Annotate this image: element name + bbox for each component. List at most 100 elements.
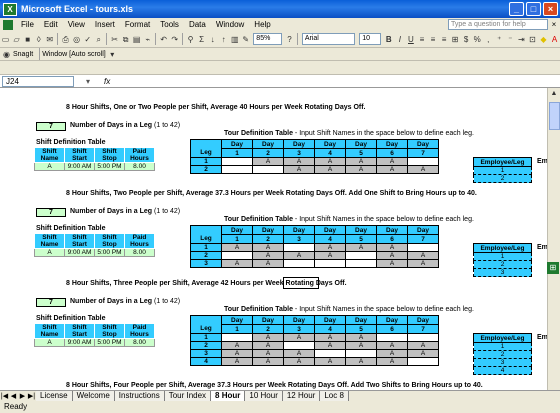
sort-desc-icon[interactable]: ↑ (219, 34, 228, 45)
new-icon[interactable]: ▭ (1, 34, 10, 45)
shift-assignment-cell[interactable] (314, 259, 346, 268)
sheet-tab[interactable]: 8 Hour (211, 391, 246, 401)
shift-assignment-cell[interactable]: A (376, 357, 408, 366)
shift-assignment-cell[interactable]: A (345, 341, 377, 350)
snagit-settings-icon[interactable]: ▾ (107, 49, 118, 60)
shift-assignment-cell[interactable]: A (345, 357, 377, 366)
shift-assignment-cell[interactable]: A (407, 341, 439, 350)
shift-assignment-cell[interactable] (221, 157, 253, 166)
shift-assignment-cell[interactable]: A (376, 349, 408, 358)
shift-assignment-cell[interactable]: A (252, 349, 284, 358)
zoom-select[interactable]: 85% (253, 33, 282, 45)
save-icon[interactable]: ■ (23, 34, 32, 45)
shift-assignment-cell[interactable]: A (376, 251, 408, 260)
shift-assignment-cell[interactable]: A (221, 349, 253, 358)
shift-assignment-cell[interactable] (345, 349, 377, 358)
menu-data[interactable]: Data (184, 20, 211, 29)
drawing-icon[interactable]: ✎ (241, 34, 250, 45)
shift-assignment-cell[interactable]: A (407, 165, 439, 174)
shift-assignment-cell[interactable]: A (221, 243, 253, 252)
shift-assignment-cell[interactable]: A (252, 333, 284, 342)
shift-assignment-cell[interactable] (283, 341, 315, 350)
currency-icon[interactable]: $ (462, 34, 471, 45)
shift-cell[interactable]: 8.00 (124, 248, 155, 257)
menu-tools[interactable]: Tools (155, 20, 184, 29)
ask-question-input[interactable]: Type a question for help (448, 19, 548, 30)
shift-assignment-cell[interactable] (407, 357, 439, 366)
format-painter-icon[interactable]: ⌁ (143, 34, 152, 45)
shift-cell[interactable]: 5:00 PM (94, 162, 125, 171)
align-center-icon[interactable]: ≡ (428, 34, 437, 45)
last-tab-icon[interactable]: ▶| (27, 392, 36, 400)
help-icon[interactable]: ? (285, 34, 294, 45)
shift-cell[interactable]: 5:00 PM (94, 338, 125, 347)
vertical-scrollbar[interactable]: ▲ (547, 88, 560, 390)
employee-leg-cell[interactable]: 1 (473, 166, 532, 175)
active-cell[interactable] (283, 277, 319, 289)
shift-assignment-cell[interactable]: A (376, 157, 408, 166)
menu-window[interactable]: Window (211, 20, 249, 29)
underline-icon[interactable]: U (406, 34, 415, 45)
shift-assignment-cell[interactable]: A (314, 251, 346, 260)
scroll-up-icon[interactable]: ▲ (548, 88, 560, 100)
prev-tab-icon[interactable]: ◀ (9, 392, 18, 400)
days-in-leg-input[interactable]: 7 (36, 298, 66, 307)
shift-assignment-cell[interactable]: A (345, 157, 377, 166)
namebox-arrow-icon[interactable]: ▾ (86, 77, 90, 86)
print-icon[interactable]: ⎙ (61, 34, 70, 45)
shift-assignment-cell[interactable] (376, 333, 408, 342)
shift-assignment-cell[interactable]: A (376, 165, 408, 174)
menu-format[interactable]: Format (120, 20, 155, 29)
percent-icon[interactable]: % (473, 34, 482, 45)
research-icon[interactable]: ⌕ (94, 34, 103, 45)
increase-decimal-icon[interactable]: ⁺ (495, 34, 504, 45)
shift-assignment-cell[interactable] (345, 259, 377, 268)
copy-icon[interactable]: ⧉ (121, 34, 130, 45)
next-tab-icon[interactable]: ▶ (18, 392, 27, 400)
menu-edit[interactable]: Edit (39, 20, 63, 29)
doc-close-icon[interactable]: × (548, 20, 560, 29)
shift-assignment-cell[interactable] (283, 243, 315, 252)
shift-assignment-cell[interactable]: A (252, 251, 284, 260)
employee-leg-cell[interactable]: 3 (473, 268, 532, 277)
shift-cell[interactable]: A (34, 338, 65, 347)
scroll-thumb[interactable] (549, 102, 560, 130)
employee-leg-cell[interactable]: 1 (473, 252, 532, 261)
font-size-select[interactable]: 10 (359, 33, 382, 45)
bold-icon[interactable]: B (384, 34, 393, 45)
shift-cell[interactable]: A (34, 248, 65, 257)
hyperlink-icon[interactable]: ⚲ (186, 34, 195, 45)
redo-icon[interactable]: ↷ (170, 34, 179, 45)
menu-help[interactable]: Help (249, 20, 275, 29)
shift-assignment-cell[interactable] (221, 333, 253, 342)
shift-assignment-cell[interactable]: A (314, 341, 346, 350)
days-in-leg-input[interactable]: 7 (36, 122, 66, 131)
function-icon[interactable]: fx (104, 77, 110, 86)
sheet-tab[interactable]: Tour Index (164, 391, 212, 401)
chart-wizard-icon[interactable]: ▥ (230, 34, 239, 45)
shift-assignment-cell[interactable] (221, 251, 253, 260)
decrease-decimal-icon[interactable]: ⁻ (506, 34, 515, 45)
shift-assignment-cell[interactable]: A (283, 357, 315, 366)
sheet-tab[interactable]: Instructions (114, 391, 165, 401)
comma-icon[interactable]: , (484, 34, 493, 45)
snagit-icon[interactable]: ◉ (1, 49, 12, 60)
sheet-tab[interactable]: License (36, 391, 73, 401)
font-select[interactable]: Arial (301, 33, 356, 45)
shift-assignment-cell[interactable] (314, 349, 346, 358)
menu-file[interactable]: File (16, 20, 39, 29)
employee-leg-cell[interactable]: 1 (473, 342, 532, 351)
first-tab-icon[interactable]: |◀ (0, 392, 9, 400)
shift-cell[interactable]: 9:00 AM (64, 162, 95, 171)
sort-asc-icon[interactable]: ↓ (208, 34, 217, 45)
minimize-button[interactable]: _ (509, 2, 524, 16)
shift-assignment-cell[interactable]: A (376, 243, 408, 252)
shift-assignment-cell[interactable]: A (252, 341, 284, 350)
open-icon[interactable]: ▱ (12, 34, 21, 45)
spelling-icon[interactable]: ✓ (83, 34, 92, 45)
shift-assignment-cell[interactable] (407, 333, 439, 342)
shift-assignment-cell[interactable]: A (407, 349, 439, 358)
shift-cell[interactable]: 9:00 AM (64, 338, 95, 347)
merge-center-icon[interactable]: ⊞ (451, 34, 460, 45)
sheet-tab[interactable]: Welcome (72, 391, 115, 401)
